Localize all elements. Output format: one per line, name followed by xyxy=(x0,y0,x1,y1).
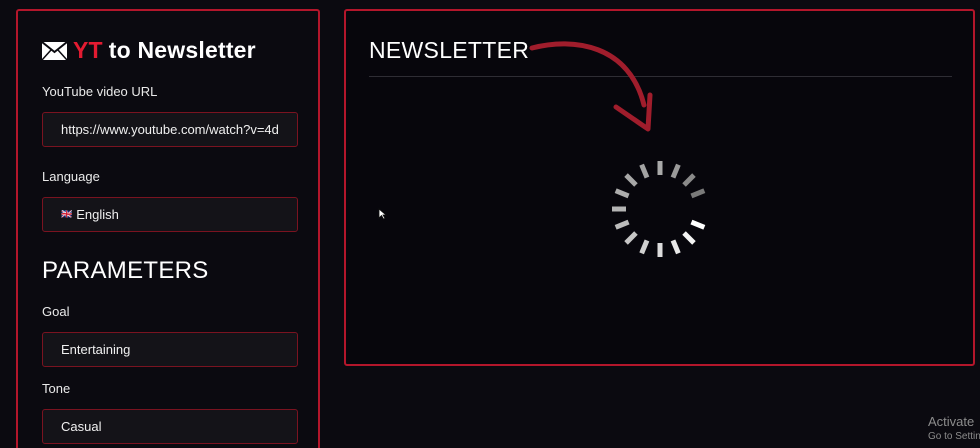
url-input[interactable]: https://www.youtube.com/watch?v=4d xyxy=(42,112,298,147)
newsletter-panel: NEWSLETTER xyxy=(344,9,975,366)
parameters-title: PARAMETERS xyxy=(42,257,209,284)
watermark-line1: Activate xyxy=(928,414,975,429)
goal-value: Entertaining xyxy=(61,342,131,357)
newsletter-title: NEWSLETTER xyxy=(369,37,530,63)
language-label: Language xyxy=(42,169,100,184)
goal-select[interactable]: Entertaining xyxy=(42,332,298,367)
mouse-cursor-icon xyxy=(378,208,387,220)
curved-arrow-icon xyxy=(529,41,653,132)
url-label: YouTube video URL xyxy=(42,84,158,99)
loading-spinner-icon xyxy=(612,161,706,257)
input-panel: YT to Newsletter YouTube video URL https… xyxy=(16,9,320,448)
brand-logo: YT to Newsletter xyxy=(42,37,256,64)
envelope-icon xyxy=(42,41,67,60)
activation-watermark: Activate Go to Settin xyxy=(928,414,980,444)
brand-title: to Newsletter xyxy=(108,37,256,63)
language-value: English xyxy=(76,207,119,222)
watermark-line2: Go to Settin xyxy=(928,431,980,442)
url-value: https://www.youtube.com/watch?v=4d xyxy=(61,122,279,137)
goal-label: Goal xyxy=(42,304,70,319)
brand-yt: YT xyxy=(73,37,103,63)
tone-select[interactable]: Casual xyxy=(42,409,298,444)
tone-value: Casual xyxy=(61,419,102,434)
uk-flag-icon: 🇬🇧 xyxy=(61,209,73,219)
language-select[interactable]: 🇬🇧 English xyxy=(42,197,298,232)
tone-label: Tone xyxy=(42,381,71,396)
